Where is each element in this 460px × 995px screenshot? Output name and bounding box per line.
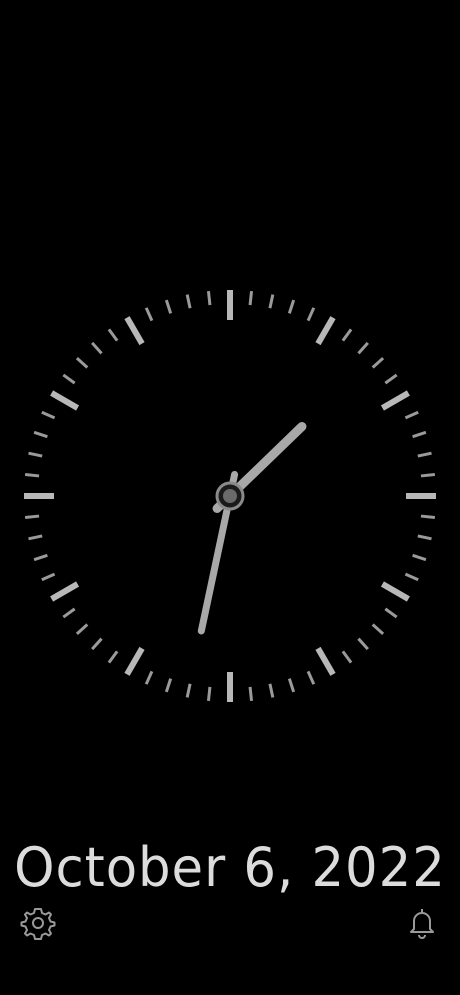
minute-tick: [206, 686, 212, 702]
minute-tick: [75, 623, 89, 635]
hour-tick: [50, 581, 80, 602]
hour-tick: [124, 646, 145, 676]
minute-tick: [91, 341, 103, 355]
minute-tick: [144, 307, 154, 322]
minute-tick: [417, 451, 432, 458]
minute-tick: [248, 686, 254, 702]
minute-tick: [28, 451, 43, 458]
minute-tick: [24, 472, 40, 478]
alarm-button[interactable]: [402, 903, 442, 943]
minute-tick: [164, 678, 173, 693]
minute-tick: [287, 678, 296, 693]
hour-tick: [380, 390, 410, 411]
minute-tick: [41, 410, 56, 420]
minute-tick: [306, 307, 316, 322]
minute-tick: [306, 670, 316, 685]
minute-tick: [357, 341, 369, 355]
hour-tick: [380, 581, 410, 602]
minute-tick: [62, 373, 76, 385]
minute-tick: [248, 290, 254, 306]
minute-tick: [107, 328, 119, 342]
minute-tick: [144, 670, 154, 685]
minute-tick: [206, 290, 212, 306]
minute-tick: [371, 623, 385, 635]
clock-hands: [197, 422, 307, 635]
minute-tick: [287, 299, 296, 314]
minute-tick: [417, 534, 432, 541]
settings-button[interactable]: [18, 903, 58, 943]
minute-tick: [404, 572, 419, 582]
minute-tick: [412, 430, 427, 439]
minute-tick: [28, 534, 43, 541]
minute-tick: [62, 607, 76, 619]
clock-screen: October 6, 2022: [0, 0, 460, 995]
bell-icon: [410, 909, 434, 939]
analog-clock: [24, 290, 436, 702]
minute-tick: [404, 410, 419, 420]
minute-tick: [384, 373, 398, 385]
minute-tick: [268, 294, 275, 309]
date-label: October 6, 2022: [14, 836, 446, 899]
minute-tick: [371, 357, 385, 369]
minute-tick: [75, 357, 89, 369]
hour-tick: [315, 646, 336, 676]
minute-tick: [24, 514, 40, 520]
minute-tick: [33, 553, 48, 562]
hour-tick: [124, 316, 145, 346]
minute-tick: [91, 637, 103, 651]
minute-tick: [185, 294, 192, 309]
minute-tick: [357, 637, 369, 651]
minute-tick: [268, 683, 275, 698]
minute-tick: [33, 430, 48, 439]
hour-tick: [50, 390, 80, 411]
minute-tick: [185, 683, 192, 698]
minute-tick: [41, 572, 56, 582]
gear-icon: [20, 908, 56, 940]
minute-tick: [420, 514, 436, 520]
minute-tick: [341, 650, 353, 664]
minute-tick: [420, 472, 436, 478]
hour-tick: [315, 316, 336, 346]
minute-tick: [384, 607, 398, 619]
minute-tick: [107, 650, 119, 664]
minute-tick: [341, 328, 353, 342]
center-dot: [223, 489, 237, 503]
minute-tick: [412, 553, 427, 562]
minute-tick: [164, 299, 173, 314]
